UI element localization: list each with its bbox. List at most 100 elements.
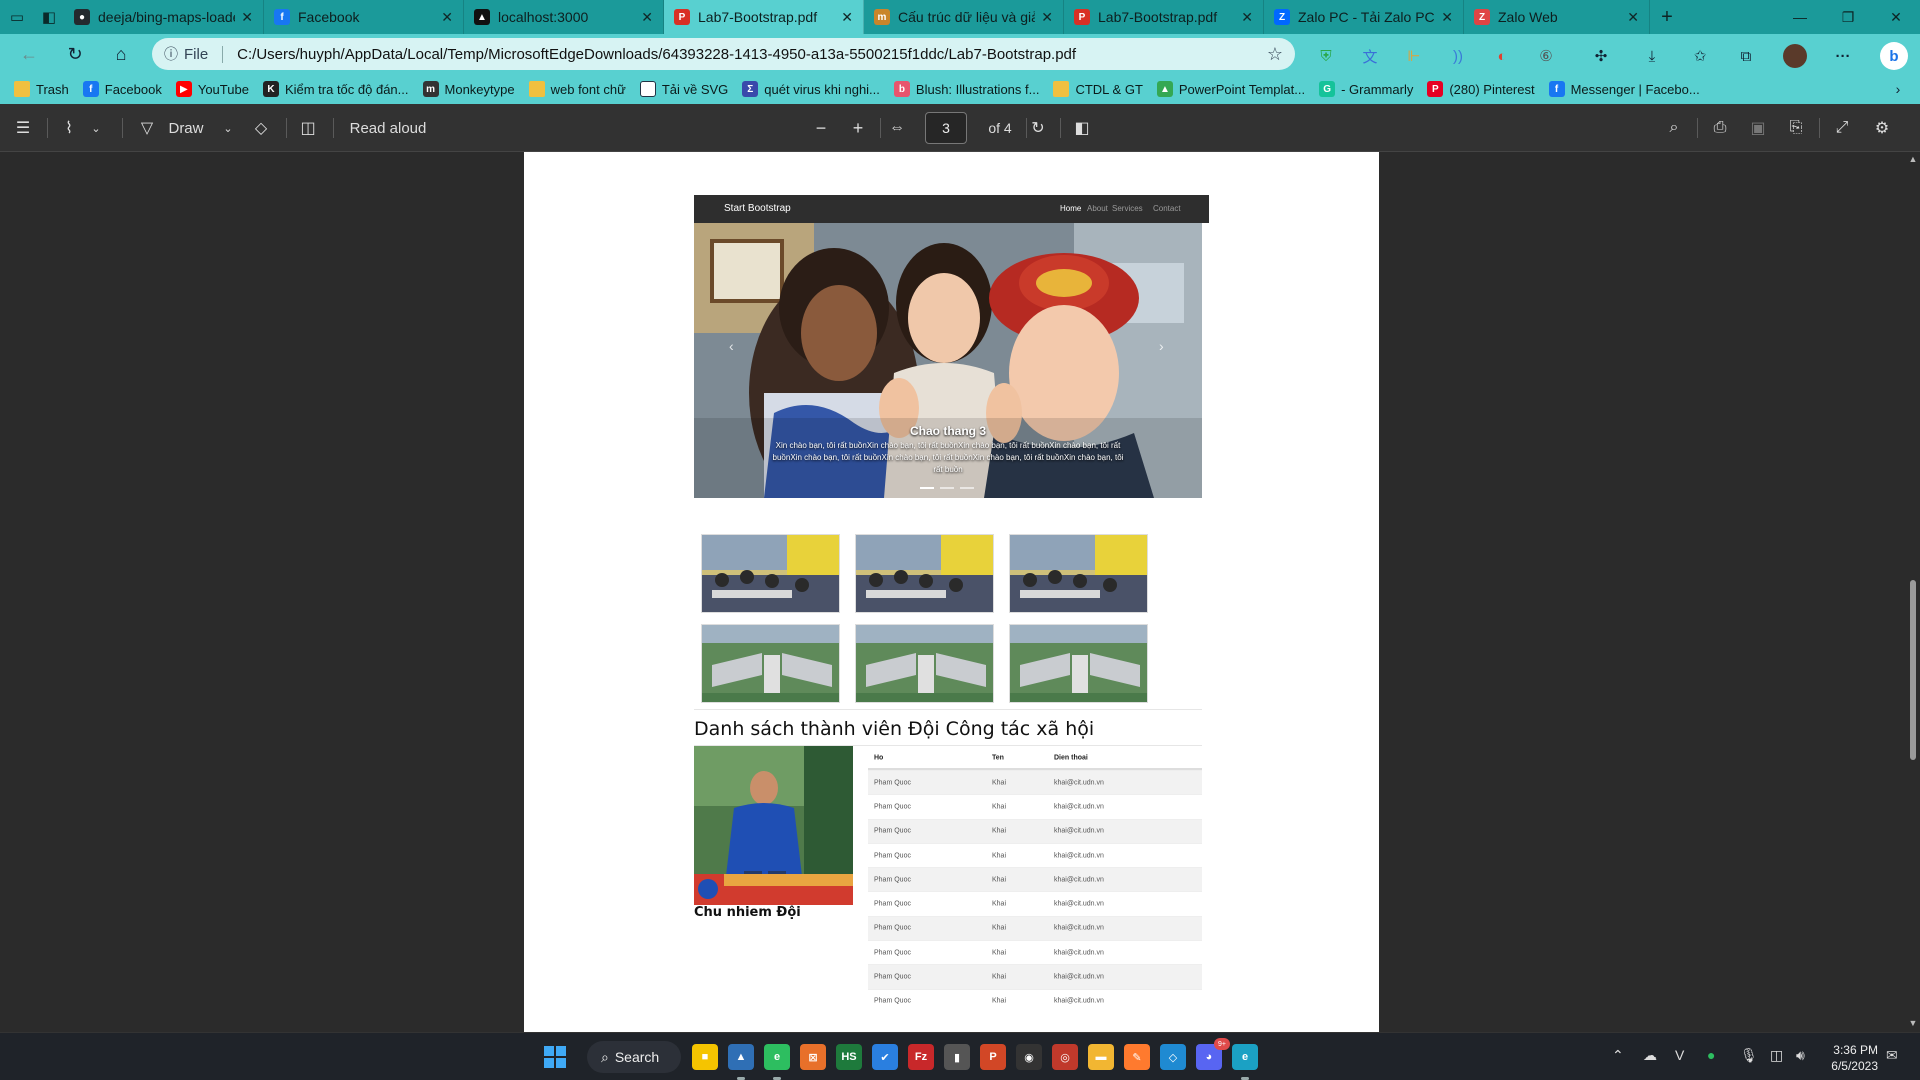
extensions-icon[interactable]: ✣ [1585, 40, 1617, 72]
tray-app-icon[interactable]: ● [1707, 1047, 1715, 1063]
info-icon[interactable]: ⓘ [164, 44, 178, 64]
close-tab-icon[interactable]: ✕ [1627, 9, 1639, 26]
close-tab-icon[interactable]: ✕ [841, 9, 853, 26]
pdf-viewer[interactable]: Start Bootstrap Home About Services Cont… [0, 152, 1920, 1032]
print-icon[interactable]: ⎙ [1708, 104, 1732, 152]
todo-icon[interactable]: ✔ [872, 1044, 898, 1070]
vertical-scrollbar[interactable]: ▲ ▼ [1906, 152, 1920, 1032]
evernote-icon[interactable]: e [764, 1044, 790, 1070]
sublime-icon[interactable]: ✎ [1124, 1044, 1150, 1070]
file-explorer-icon[interactable]: ▬ [1088, 1044, 1114, 1070]
favorites-icon[interactable]: ✩ [1684, 40, 1716, 72]
bookmark-item[interactable]: f Messenger | Facebo... [1548, 81, 1700, 97]
sticky-notes-icon[interactable]: ■ [692, 1044, 718, 1070]
bookmark-item[interactable]: Σquét virus khi nghi... [742, 81, 880, 97]
bookmark-item[interactable]: Trash [14, 81, 69, 97]
restore-button[interactable]: ❐ [1824, 0, 1872, 34]
onedrive-icon[interactable]: ☁ [1643, 1047, 1657, 1064]
tab[interactable]: Z Zalo Web ✕ [1464, 0, 1650, 34]
zoom-out-icon[interactable]: − [809, 104, 833, 152]
home-button[interactable]: ⌂ [99, 34, 143, 74]
settings-icon[interactable]: ⚙ [1870, 104, 1894, 152]
app-orange-icon[interactable]: ⊠ [800, 1044, 826, 1070]
close-tab-icon[interactable]: ✕ [1041, 9, 1053, 26]
close-tab-icon[interactable]: ✕ [1241, 9, 1253, 26]
clock[interactable]: 3:36 PM 6/5/2023 [1818, 1042, 1878, 1074]
tab-actions-icon[interactable]: ▭ [0, 0, 34, 34]
bookmark-item[interactable]: ▲ PowerPoint Templat... [1156, 81, 1305, 97]
bookmark-item[interactable]: CTDL & GT [1053, 81, 1143, 97]
adblock-extension-icon[interactable]: ⛨ [1310, 40, 1342, 72]
close-window-button[interactable]: ✕ [1872, 0, 1920, 34]
tab[interactable]: ▲ localhost:3000 ✕ [464, 0, 664, 34]
scroll-down-icon[interactable]: ▼ [1908, 1018, 1918, 1028]
photos-icon[interactable]: ▲ [728, 1044, 754, 1070]
read-aloud-button[interactable]: Read aloud [345, 104, 431, 152]
translate-extension-icon[interactable]: 文 [1354, 40, 1386, 72]
tray-chevron-icon[interactable]: ⌃ [1612, 1047, 1624, 1064]
fit-page-icon[interactable]: ⇔ [884, 104, 910, 152]
bookmark-item[interactable]: Tải về SVG [639, 81, 728, 97]
new-tab-button[interactable]: + [1650, 6, 1684, 29]
tab[interactable]: P Lab7-Bootstrap.pdf ✕ [664, 0, 864, 34]
volume-icon[interactable]: 🔊︎ [1796, 1047, 1805, 1064]
bookmark-item[interactable]: ▶ YouTube [175, 81, 249, 97]
edge-icon[interactable]: e [1232, 1044, 1258, 1070]
bookmark-item[interactable]: G - Grammarly [1319, 81, 1413, 97]
downloads-icon[interactable]: ⤓ [1636, 40, 1668, 72]
rotate-icon[interactable]: ↻ [1026, 104, 1050, 152]
two-page-icon[interactable]: ◧ [1070, 104, 1094, 152]
save-as-icon[interactable]: ⎘ [1784, 104, 1808, 152]
draw-button[interactable]: Draw [166, 104, 206, 152]
eraser-icon[interactable]: ◇ [250, 104, 272, 152]
windows-start-icon[interactable] [539, 1041, 571, 1073]
tab[interactable]: m Cấu trúc dữ liệu và giải ✕ [864, 0, 1064, 34]
davinci-icon[interactable]: ◎ [1052, 1044, 1078, 1070]
page-number-input[interactable]: 3 [925, 112, 967, 144]
counter-extension-icon[interactable]: ⑥ [1530, 40, 1562, 72]
page-view-icon[interactable]: ◫ [296, 104, 320, 152]
highlight-icon[interactable]: ⌇ [58, 104, 80, 152]
taskbar-search[interactable]: ⌕ Search [587, 1041, 681, 1073]
close-tab-icon[interactable]: ✕ [241, 9, 253, 26]
refresh-button[interactable]: ↻ [53, 34, 97, 74]
powerpoint-icon[interactable]: P [980, 1044, 1006, 1070]
bookmark-item[interactable]: web font chữ [528, 81, 626, 97]
bookmark-item[interactable]: m Monkeytype [422, 81, 515, 97]
url-text[interactable]: C:/Users/huyph/AppData/Local/Temp/Micros… [237, 46, 1267, 63]
workspaces-icon[interactable]: ◧ [34, 0, 64, 34]
bookmark-item[interactable]: f Facebook [82, 81, 162, 97]
zoom-in-icon[interactable]: + [846, 104, 870, 152]
bookmarks-overflow-icon[interactable]: › [1888, 74, 1908, 104]
bing-copilot-icon[interactable]: b [1878, 40, 1910, 72]
save-icon[interactable]: ▣ [1746, 104, 1770, 152]
minimize-button[interactable]: — [1776, 0, 1824, 34]
tab[interactable]: P Lab7-Bootstrap.pdf ✕ [1064, 0, 1264, 34]
notification-icon[interactable]: ✉ [1886, 1047, 1898, 1064]
filezilla-icon[interactable]: Fz [908, 1044, 934, 1070]
back-button[interactable]: ← [7, 34, 51, 74]
network-icon[interactable]: ◫ [1770, 1047, 1783, 1064]
tray-v-icon[interactable]: V [1675, 1047, 1684, 1063]
search-icon[interactable]: ⌕ [1662, 104, 1686, 152]
draw-icon[interactable]: ▽ [136, 104, 158, 152]
tab[interactable]: Z Zalo PC - Tải Zalo PC dể ✕ [1264, 0, 1464, 34]
microphone-icon[interactable]: 🎙︎ [1740, 1047, 1758, 1064]
favorite-star-icon[interactable]: ☆ [1267, 44, 1283, 65]
scroll-up-icon[interactable]: ▲ [1908, 154, 1918, 164]
close-tab-icon[interactable]: ✕ [1441, 9, 1453, 26]
contents-icon[interactable]: ☰ [10, 104, 36, 152]
bookmark-item[interactable]: b Blush: Illustrations f... [893, 81, 1039, 97]
hs-icon[interactable]: HS [836, 1044, 862, 1070]
close-tab-icon[interactable]: ✕ [441, 9, 453, 26]
more-menu-icon[interactable]: ··· [1827, 40, 1859, 72]
scrollbar-thumb[interactable] [1910, 580, 1916, 760]
wave-extension-icon[interactable]: )) [1442, 40, 1474, 72]
profile-avatar[interactable] [1779, 40, 1811, 72]
address-bar[interactable]: ⓘ File C:/Users/huyph/AppData/Local/Temp… [152, 38, 1295, 70]
podcast-icon[interactable]: ▮ [944, 1044, 970, 1070]
highlight-dropdown-icon[interactable]: ⌄ [88, 104, 104, 152]
game-icon[interactable]: ◉ [1016, 1044, 1042, 1070]
colorpick-extension-icon[interactable]: ◐ [1486, 40, 1518, 72]
close-tab-icon[interactable]: ✕ [641, 9, 653, 26]
